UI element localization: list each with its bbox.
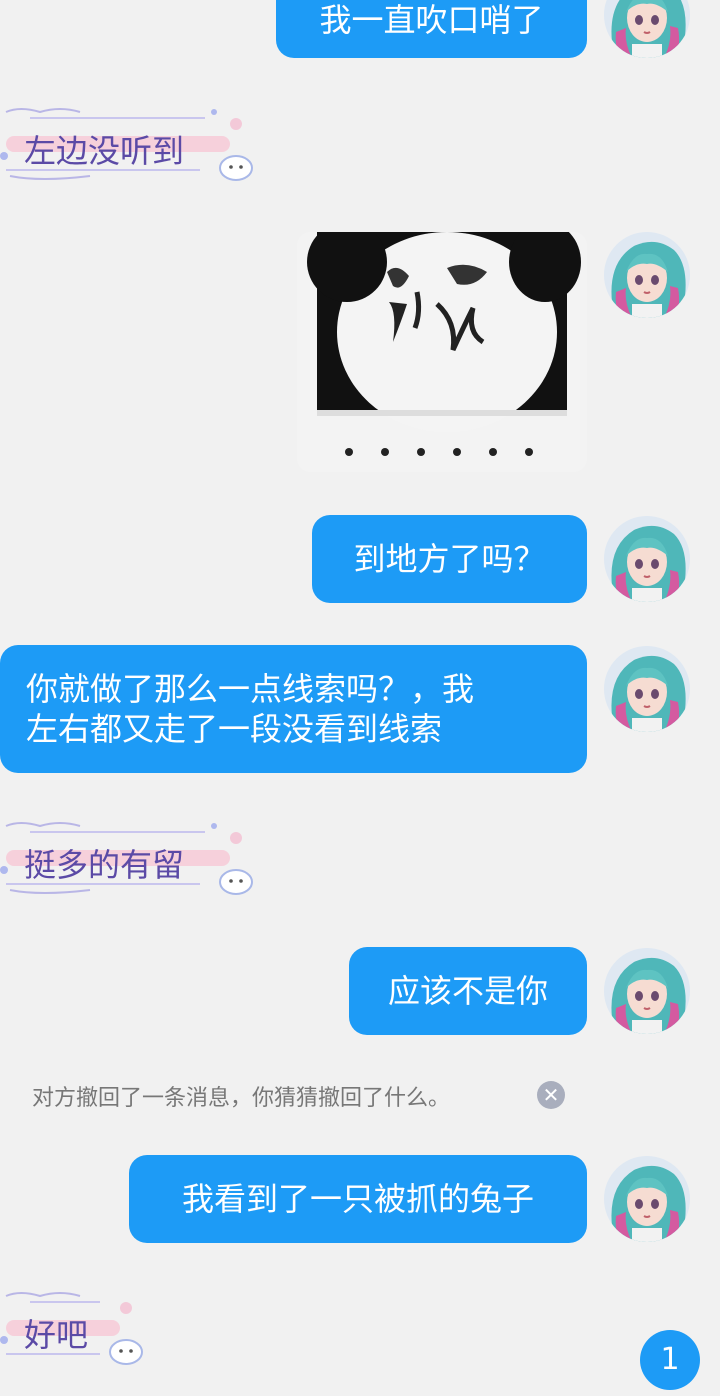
sticker-image[interactable] xyxy=(297,232,587,472)
avatar[interactable] xyxy=(604,516,690,602)
message-text: 左边没听到 xyxy=(24,132,185,170)
unread-badge[interactable]: 1 xyxy=(640,1330,700,1390)
message-text-line2: 左右都又走了一段没看到线索 xyxy=(26,710,443,748)
message-text: 我一直吹口哨了 xyxy=(319,1,544,39)
avatar[interactable] xyxy=(604,0,690,58)
anime-girl-avatar-icon xyxy=(604,948,690,1034)
anime-girl-avatar-icon xyxy=(604,646,690,732)
message-text-line1: 你就做了那么一点线索吗？，我 xyxy=(26,670,475,708)
outgoing-bubble[interactable]: 我看到了一只被抓的兔子 xyxy=(129,1155,587,1243)
avatar[interactable] xyxy=(604,1156,690,1242)
message-text: 到地方了吗？ xyxy=(353,540,546,578)
outgoing-bubble[interactable]: 到地方了吗？ xyxy=(312,515,587,603)
anime-girl-avatar-icon xyxy=(604,1156,690,1242)
incoming-message[interactable]: 左边没听到 xyxy=(0,104,260,184)
incoming-message[interactable]: 挺多的有留 xyxy=(0,818,260,898)
anime-girl-avatar-icon xyxy=(604,0,690,58)
recall-notice: 对方撤回了一条消息，你猜猜撤回了什么。 xyxy=(32,1086,451,1111)
outgoing-bubble[interactable]: 我一直吹口哨了 xyxy=(276,0,587,58)
close-circle-icon[interactable]: ✕ xyxy=(537,1081,565,1109)
outgoing-bubble[interactable]: 你就做了那么一点线索吗？，我 左右都又走了一段没看到线索 xyxy=(0,645,587,773)
message-text: 我看到了一只被抓的兔子 xyxy=(181,1180,534,1218)
anime-girl-avatar-icon xyxy=(604,232,690,318)
message-text: 挺多的有留 xyxy=(24,846,185,884)
message-text: 好吧 xyxy=(24,1316,89,1354)
outgoing-bubble[interactable]: 应该不是你 xyxy=(349,947,587,1035)
panda-meme-icon xyxy=(297,232,587,472)
message-text: 应该不是你 xyxy=(387,972,548,1010)
avatar[interactable] xyxy=(604,948,690,1034)
avatar[interactable] xyxy=(604,646,690,732)
avatar[interactable] xyxy=(604,232,690,318)
anime-girl-avatar-icon xyxy=(604,516,690,602)
incoming-message[interactable]: 好吧 xyxy=(0,1288,150,1368)
